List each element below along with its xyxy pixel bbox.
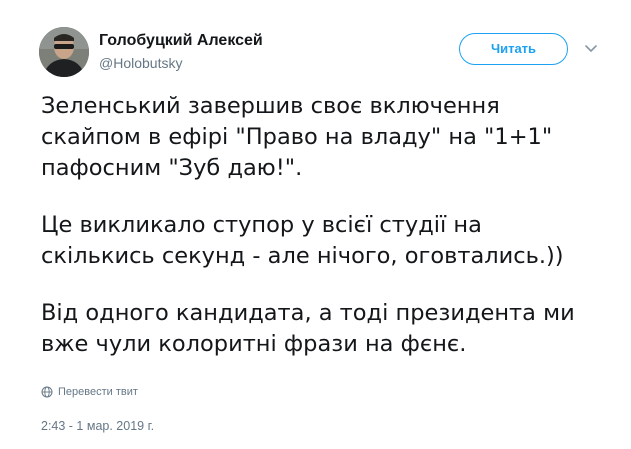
chevron-down-icon[interactable] <box>585 44 597 54</box>
avatar[interactable] <box>39 27 89 77</box>
translate-label: Перевести твит <box>58 386 138 398</box>
follow-button[interactable]: Читать <box>459 33 568 65</box>
tweet-paragraph: Це викликало ступор у всієї студії на ск… <box>41 212 564 269</box>
translate-link[interactable]: Перевести твит <box>41 385 138 399</box>
globe-icon <box>41 386 53 398</box>
tweet-card: Голобуцкий Алексей @Holobutsky Читать Зе… <box>0 0 631 449</box>
author-name[interactable]: Голобуцкий Алексей <box>99 31 263 51</box>
author-info: Голобуцкий Алексей @Holobutsky <box>99 31 263 72</box>
author-handle[interactable]: @Holobutsky <box>99 54 263 72</box>
avatar-image <box>39 27 89 77</box>
tweet-paragraph: Від одного кандидата, а тоді президента … <box>41 300 575 357</box>
tweet-paragraph: Зеленський завершив своє включення скайп… <box>41 93 553 181</box>
tweet-text: Зеленський завершив своє включення скайп… <box>41 91 611 386</box>
timestamp[interactable]: 2:43 - 1 мар. 2019 г. <box>41 418 154 434</box>
